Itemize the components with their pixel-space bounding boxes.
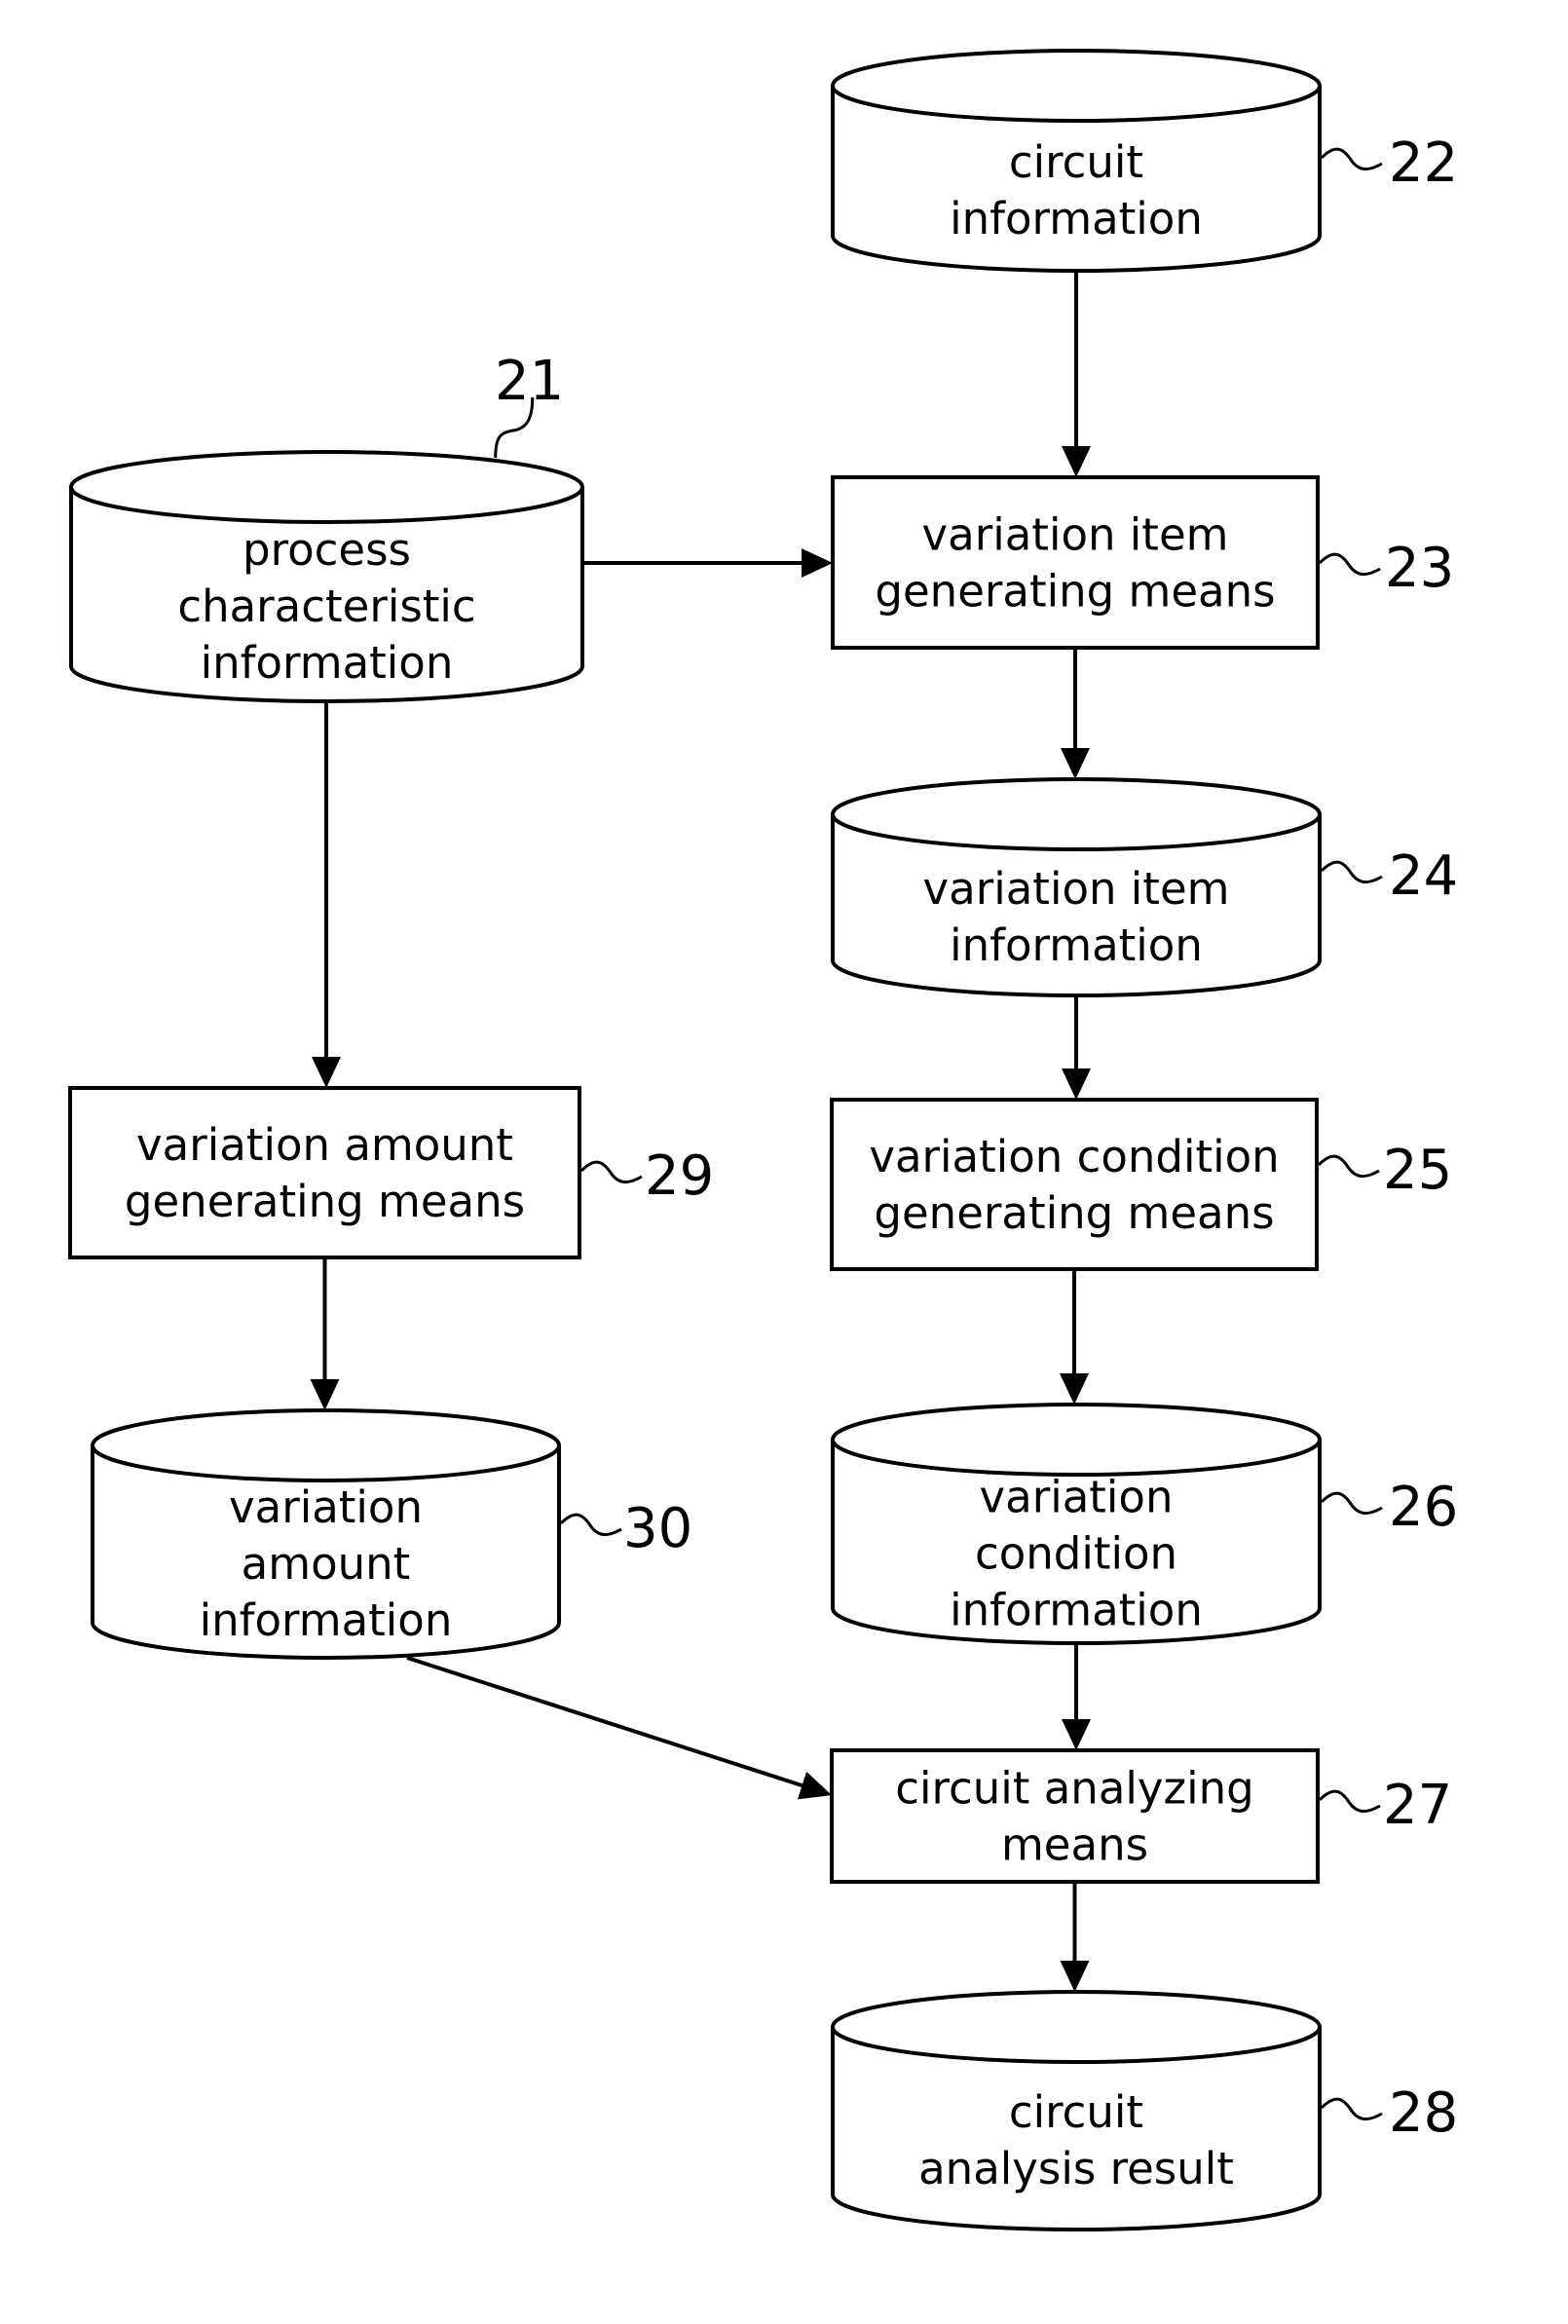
- leader-line: [1320, 147, 1383, 170]
- leader-line: [579, 1160, 643, 1183]
- reference-numeral: 21: [495, 350, 564, 413]
- reference-numeral: 22: [1389, 131, 1458, 195]
- arrowhead-icon: [1062, 1719, 1091, 1750]
- node-label-line: circuit analyzing: [895, 1763, 1253, 1815]
- node-label-line: analysis result: [918, 2143, 1234, 2194]
- cylinder-top: [831, 49, 1322, 123]
- cylinder-top: [91, 1408, 561, 1482]
- node-label-line: generating means: [874, 1187, 1274, 1239]
- reference-numeral: 28: [1389, 2081, 1458, 2145]
- flow-arrow: [1060, 1882, 1090, 1992]
- flow-diagram: processcharacteristicinformationcircuiti…: [68, 49, 1458, 2231]
- flow-arrow: [312, 701, 341, 1088]
- node-label-line: means: [1001, 1819, 1148, 1871]
- node-label-line: circuit: [1009, 136, 1143, 188]
- arrowhead-icon: [1062, 446, 1091, 477]
- node-label-line: generating means: [875, 566, 1275, 618]
- node-label-line: condition: [975, 1528, 1177, 1580]
- arrowhead-icon: [797, 1771, 832, 1800]
- leader-line: [1318, 1789, 1381, 1813]
- flow-arrow: [1062, 271, 1091, 477]
- arrowhead-icon: [1060, 1373, 1089, 1405]
- node-label-line: information: [950, 919, 1203, 971]
- flow-arrow: [582, 548, 833, 578]
- node-22-storage: circuitinformation: [831, 49, 1322, 273]
- leader-line: [1318, 552, 1381, 576]
- reference-numeral: 30: [623, 1497, 692, 1560]
- process-box: [830, 1098, 1319, 1271]
- node-27-process: circuit analyzingmeans: [830, 1748, 1320, 1884]
- cylinder-top: [69, 450, 584, 524]
- node-label-line: process: [243, 524, 411, 576]
- node-label-line: generating means: [125, 1176, 525, 1227]
- node-label-line: characteristic: [177, 581, 475, 632]
- node-21-storage: processcharacteristicinformation: [69, 450, 584, 703]
- node-28-storage: circuitanalysis result: [831, 1990, 1322, 2231]
- leader-line: [1320, 1491, 1383, 1515]
- arrowhead-icon: [1060, 1961, 1090, 1992]
- node-24-storage: variation iteminformation: [831, 777, 1322, 997]
- reference-numeral: 27: [1383, 1774, 1452, 1837]
- node-30-storage: variationamountinformation: [91, 1408, 561, 1660]
- node-label-line: variation condition: [869, 1131, 1279, 1182]
- leader-line: [559, 1513, 622, 1536]
- reference-numeral: 23: [1385, 537, 1454, 600]
- arrow-line: [406, 1656, 803, 1788]
- reference-numeral: 26: [1389, 1476, 1458, 1539]
- node-label-line: information: [201, 637, 454, 689]
- arrowhead-icon: [312, 1057, 341, 1088]
- node-23-process: variation itemgenerating means: [831, 475, 1320, 650]
- node-label-line: circuit: [1009, 2086, 1143, 2138]
- node-label-line: variation: [229, 1481, 423, 1533]
- cylinder-top: [831, 1403, 1322, 1477]
- node-label-line: information: [950, 193, 1203, 244]
- node-26-storage: variationconditioninformation: [831, 1403, 1322, 1645]
- node-label-line: variation item: [922, 509, 1229, 561]
- arrowhead-icon: [310, 1379, 340, 1410]
- cylinder-top: [831, 777, 1322, 851]
- flow-arrow: [1062, 1643, 1091, 1750]
- leader-line: [1320, 2097, 1383, 2120]
- node-label-line: information: [950, 1585, 1203, 1636]
- node-label-line: variation: [980, 1472, 1174, 1523]
- node-29-process: variation amountgenerating means: [68, 1086, 581, 1259]
- process-box: [831, 475, 1320, 650]
- reference-numeral: 29: [645, 1144, 714, 1208]
- arrowhead-icon: [802, 548, 833, 578]
- node-25-process: variation conditiongenerating means: [830, 1098, 1319, 1271]
- cylinder-top: [831, 1990, 1322, 2064]
- leader-line: [1320, 860, 1383, 883]
- arrowhead-icon: [1062, 1068, 1091, 1100]
- process-box: [68, 1086, 581, 1259]
- flow-arrow: [310, 1257, 340, 1410]
- flow-arrow: [406, 1656, 832, 1800]
- flow-arrow: [1060, 1269, 1089, 1405]
- nodes-layer: processcharacteristicinformationcircuiti…: [68, 49, 1322, 2231]
- reference-numeral: 25: [1383, 1139, 1452, 1202]
- node-label-line: variation item: [923, 863, 1230, 915]
- node-label-line: amount: [242, 1538, 411, 1590]
- leader-line: [1317, 1154, 1380, 1178]
- node-label-line: variation amount: [136, 1119, 513, 1171]
- node-label-line: information: [200, 1594, 453, 1646]
- flow-arrow: [1062, 995, 1091, 1100]
- flow-arrow: [1061, 648, 1090, 779]
- reference-numeral: 24: [1389, 844, 1458, 908]
- arrowhead-icon: [1061, 748, 1090, 779]
